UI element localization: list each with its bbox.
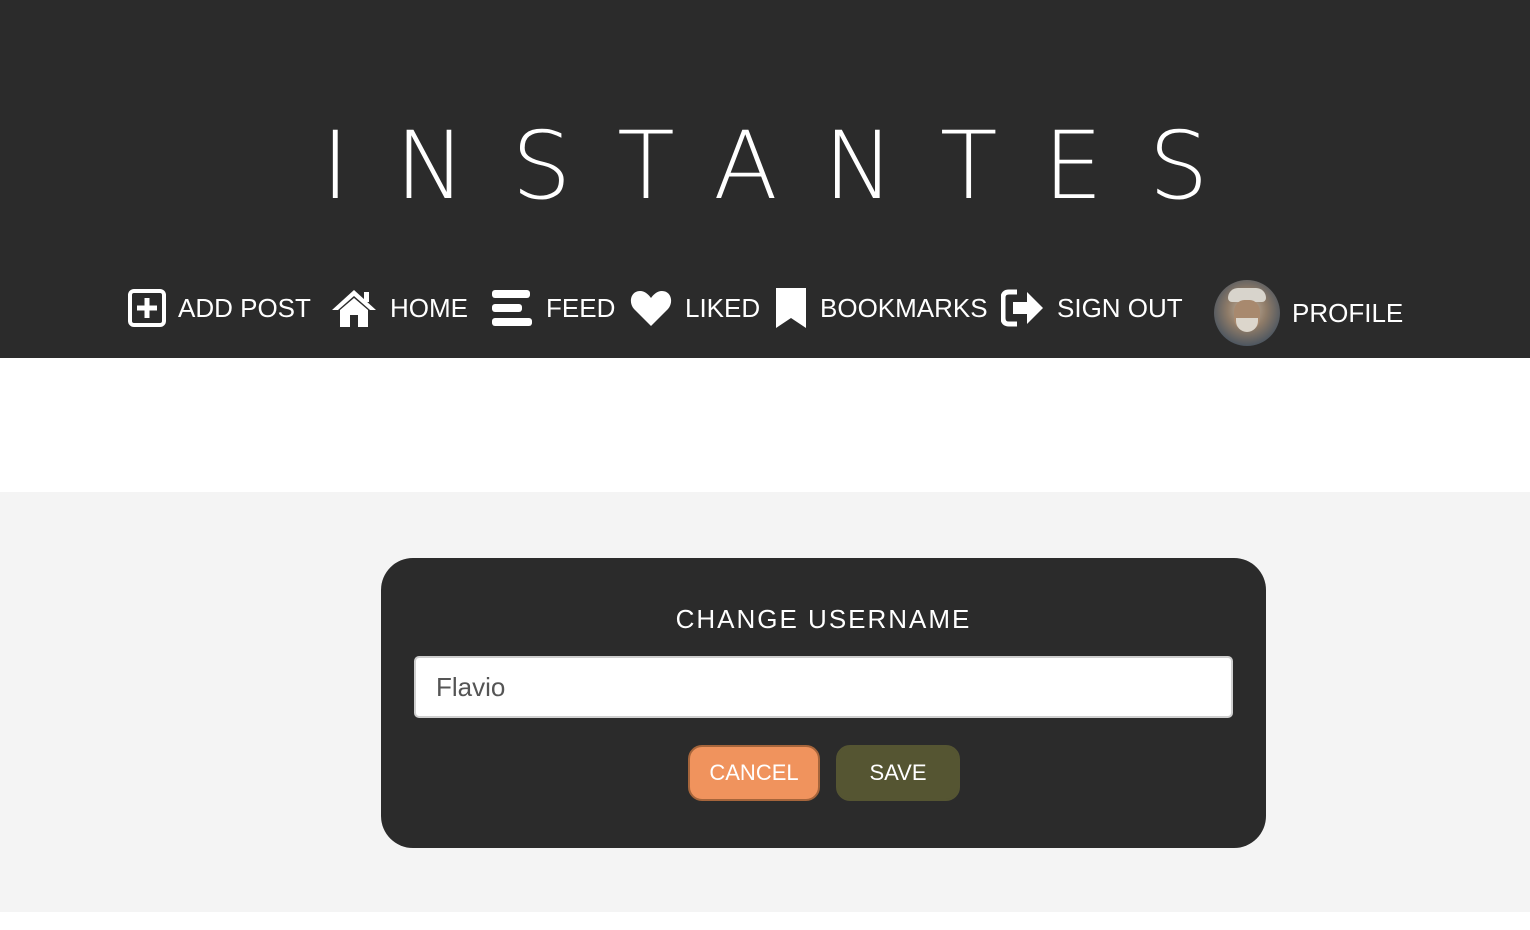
cancel-button[interactable]: CANCEL — [688, 745, 820, 801]
nav-home-label: HOME — [390, 292, 468, 323]
nav-bookmarks-label: BOOKMARKS — [820, 292, 988, 323]
nav-profile[interactable]: PROFILE — [1214, 280, 1403, 346]
header: INSTANTES ADD POST HOME FEED LIKED BOOKM… — [0, 0, 1530, 358]
home-icon — [330, 288, 378, 328]
username-input[interactable] — [414, 656, 1233, 718]
change-username-title: CHANGE USERNAME — [675, 604, 972, 634]
nav-profile-label: PROFILE — [1292, 297, 1404, 328]
nav-liked[interactable]: LIKED — [629, 278, 760, 338]
main-nav: ADD POST HOME FEED LIKED BOOKMARKS SIGN … — [0, 278, 1530, 348]
nav-sign-out-label: SIGN OUT — [1057, 292, 1183, 323]
feed-icon — [490, 288, 534, 328]
sign-out-icon — [1001, 288, 1045, 328]
heart-icon — [629, 288, 673, 328]
nav-sign-out[interactable]: SIGN OUT — [1001, 278, 1183, 338]
nav-bookmarks[interactable]: BOOKMARKS — [774, 278, 988, 338]
avatar — [1214, 280, 1280, 346]
nav-feed[interactable]: FEED — [490, 278, 615, 338]
nav-add-post[interactable]: ADD POST — [128, 278, 311, 338]
save-button[interactable]: SAVE — [836, 745, 960, 801]
nav-add-post-label: ADD POST — [178, 292, 311, 323]
nav-home[interactable]: HOME — [330, 278, 468, 338]
site-logo[interactable]: INSTANTES — [0, 112, 1530, 222]
plus-square-icon — [128, 289, 166, 327]
spacer — [0, 358, 1530, 492]
bookmark-icon — [774, 286, 808, 330]
nav-liked-label: LIKED — [685, 292, 761, 323]
nav-feed-label: FEED — [546, 292, 616, 323]
